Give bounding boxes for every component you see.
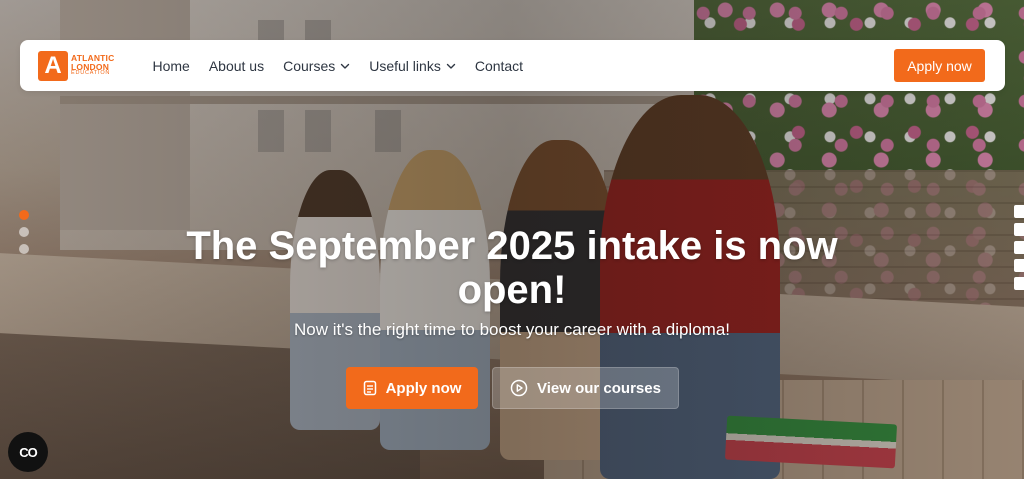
logo-mark: A: [38, 50, 68, 81]
hero-apply-label: Apply now: [385, 379, 462, 397]
nav-item-label: Courses: [283, 57, 336, 74]
nav-item-about[interactable]: About us: [209, 58, 264, 74]
nav-item-label: Contact: [474, 57, 524, 74]
slider-pagination: [19, 210, 29, 254]
gear-icon[interactable]: [1014, 277, 1024, 290]
nav-item-home[interactable]: Home: [152, 58, 189, 74]
accessibility-icon[interactable]: [1014, 205, 1024, 218]
cookie-consent-button[interactable]: CO: [8, 432, 48, 472]
nav-item-contact[interactable]: Contact: [475, 58, 523, 74]
folder-icon[interactable]: [1014, 241, 1024, 254]
hero-subheadline: Now it's the right time to boost your ca…: [294, 320, 730, 339]
nav-item-label: About us: [208, 57, 265, 74]
play-circle-icon: [510, 379, 528, 397]
nav-item-label: Home: [152, 57, 190, 74]
nav-item-courses[interactable]: Courses: [283, 58, 350, 74]
chevron-down-icon: [446, 63, 456, 69]
nav-item-label: Useful links: [369, 57, 441, 74]
camera-icon[interactable]: [1014, 223, 1024, 236]
apply-now-button[interactable]: Apply now: [894, 49, 985, 82]
view-courses-label: View our courses: [537, 379, 661, 397]
chevron-down-icon: [341, 63, 350, 69]
top-navbar: A ATLANTIC LONDON EDUCATION Home About u…: [20, 40, 1005, 91]
copy-icon[interactable]: [1014, 259, 1024, 272]
side-toolbar: [1014, 205, 1024, 300]
main-nav: Home About us Courses Useful links Conta…: [152, 58, 523, 74]
slider-dot-2[interactable]: [19, 227, 29, 237]
hero-apply-button[interactable]: Apply now: [346, 367, 478, 409]
slider-dot-3[interactable]: [19, 244, 29, 254]
logo-line-3: EDUCATION: [71, 70, 111, 77]
view-courses-button[interactable]: View our courses: [492, 367, 679, 409]
nav-item-useful-links[interactable]: Useful links: [369, 58, 456, 74]
slider-dot-1[interactable]: [19, 210, 29, 220]
document-icon: [363, 380, 376, 396]
logo-wordmark: ATLANTIC LONDON EDUCATION: [71, 54, 114, 77]
hero-headline: The September 2025 intake is now open!: [186, 224, 838, 312]
site-logo[interactable]: A ATLANTIC LONDON EDUCATION: [38, 50, 114, 81]
